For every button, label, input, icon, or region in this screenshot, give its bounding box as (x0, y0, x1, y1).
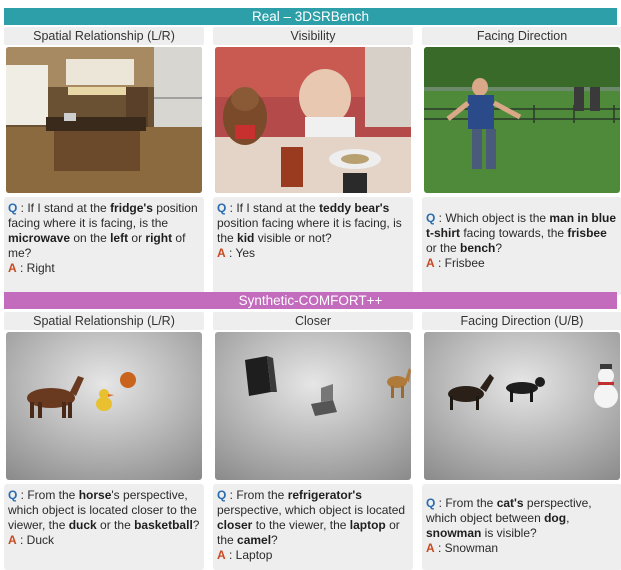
question-text: Q : If I stand at the teddy bear's posit… (217, 201, 402, 245)
question-fragment: visible or not? (254, 231, 332, 245)
answer-text: A : Frisbee (426, 256, 485, 270)
park-photo (424, 47, 620, 193)
column-title: Visibility (213, 27, 413, 45)
question-keyword: closer (217, 518, 253, 532)
question-fragment: , (566, 511, 570, 525)
question-fragment: ? (271, 533, 278, 547)
qa-box: Q : If I stand at the teddy bear's posit… (213, 197, 413, 295)
question-keyword: kid (237, 231, 255, 245)
kitchen-photo (6, 47, 202, 193)
question-fragment: to the viewer, the (252, 518, 350, 532)
question-keyword: duck (68, 518, 97, 532)
real-column-spatial: Spatial Relationship (L/R) Q : If I stan… (4, 27, 204, 295)
question-fragment: : From the (226, 488, 288, 502)
question-fragment: : If I stand at the (17, 201, 111, 215)
horse-scene-render (6, 332, 202, 480)
question-keyword: dog (544, 511, 567, 525)
question-text: Q : From the horse's perspective, which … (8, 488, 200, 532)
question-keyword: fridge's (110, 201, 153, 215)
question-fragment: or (128, 231, 146, 245)
question-text: Q : From the cat's perspective, which ob… (426, 496, 592, 540)
real-column-visibility: Visibility Q : If I stand at the teddy b… (213, 27, 413, 295)
real-section-header: Real – 3DSRBench (4, 8, 617, 25)
question-keyword: left (110, 231, 129, 245)
question-fragment: is visible? (481, 526, 537, 540)
question-fragment: ? (192, 518, 200, 532)
question-fragment: : If I stand at the (226, 201, 320, 215)
question-keyword: laptop (349, 518, 386, 532)
answer-text: A : Laptop (217, 548, 273, 562)
baby-teddy-photo (215, 47, 411, 193)
answer-text: A : Duck (8, 533, 55, 547)
question-fragment: : From the (17, 488, 79, 502)
question-keyword: refrigerator's (287, 488, 362, 502)
question-keyword: teddy bear's (319, 201, 390, 215)
column-title: Spatial Relationship (L/R) (4, 27, 204, 45)
answer-text: A : Right (8, 261, 55, 275)
question-keyword: microwave (8, 231, 71, 245)
question-fragment: : Which object is the (435, 211, 550, 225)
question-keyword: snowman (426, 526, 482, 540)
question-keyword: frisbee (567, 226, 607, 240)
qa-box: Q : From the cat's perspective, which ob… (422, 484, 621, 570)
answer-text: A : Yes (217, 246, 256, 260)
question-keyword: bench (460, 241, 496, 255)
question-text: Q : From the refrigerator's perspective,… (217, 488, 406, 547)
question-fragment: perspective, which object is located (217, 503, 406, 517)
question-fragment: ? (495, 241, 503, 255)
question-fragment: or the (426, 241, 461, 255)
question-fragment: : From the (435, 496, 497, 510)
question-keyword: camel (237, 533, 272, 547)
question-fragment: facing towards, the (460, 226, 568, 240)
question-text: Q : If I stand at the fridge's position … (8, 201, 198, 260)
qa-box: Q : Which object is the man in blue t-sh… (422, 197, 621, 295)
qa-box: Q : If I stand at the fridge's position … (4, 197, 204, 295)
question-fragment: on the (70, 231, 111, 245)
qa-box: Q : From the horse's perspective, which … (4, 484, 204, 570)
question-keyword: basketball (134, 518, 193, 532)
question-fragment: or the (96, 518, 135, 532)
real-column-facing: Facing Direction Q : Which object is the (422, 27, 621, 295)
question-keyword: horse (78, 488, 112, 502)
synthetic-column-facing: Facing Direction (U/B) Q : From the cat'… (422, 312, 621, 570)
column-title: Facing Direction (U/B) (422, 312, 621, 330)
answer-text: A : Snowman (426, 541, 499, 555)
column-title: Closer (213, 312, 413, 330)
synthetic-column-closer: Closer Q : From the refrigerator's persp… (213, 312, 413, 570)
question-keyword: cat's (496, 496, 524, 510)
synthetic-column-spatial: Spatial Relationship (L/R) Q : From the … (4, 312, 204, 570)
column-title: Facing Direction (422, 27, 621, 45)
refrigerator-scene-render (215, 332, 411, 480)
qa-box: Q : From the refrigerator's perspective,… (213, 484, 413, 570)
question-text: Q : Which object is the man in blue t-sh… (426, 211, 617, 255)
cat-dog-scene-render (424, 332, 620, 480)
synthetic-section-header: Synthetic-COMFORT++ (4, 292, 617, 309)
column-title: Spatial Relationship (L/R) (4, 312, 204, 330)
question-keyword: right (145, 231, 173, 245)
